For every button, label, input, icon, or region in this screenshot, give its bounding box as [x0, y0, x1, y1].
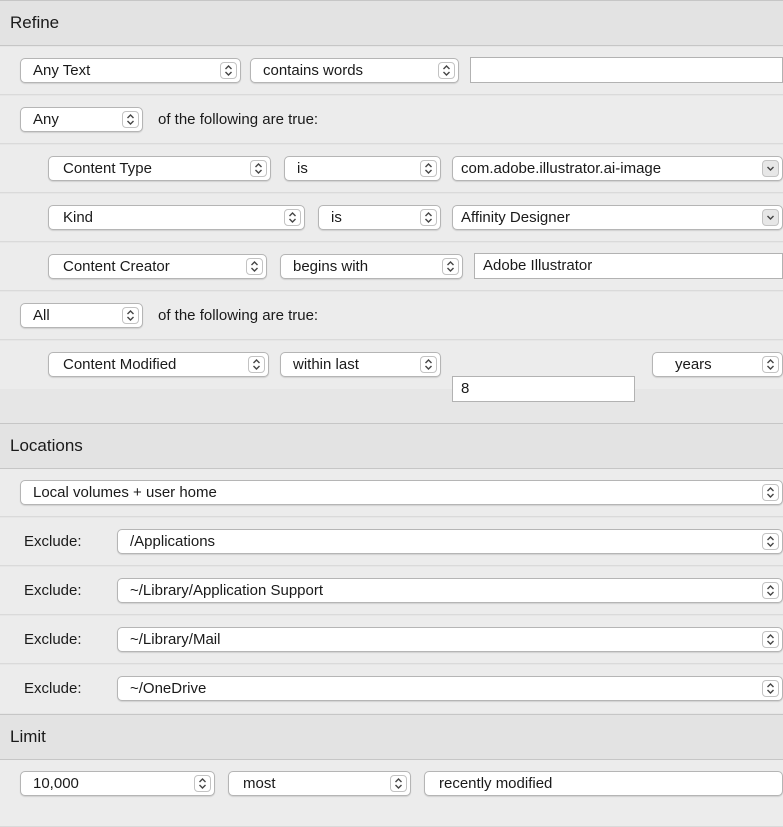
- updown-chevron-icon: [762, 582, 779, 599]
- exclude-row: Exclude: /Applications: [0, 518, 783, 566]
- popup-label: Any Text: [33, 62, 91, 79]
- kind-popup[interactable]: Kind: [48, 205, 305, 230]
- exclude-label: Exclude:: [24, 680, 82, 697]
- exclude-label: Exclude:: [24, 631, 82, 648]
- updown-chevron-icon: [246, 258, 263, 275]
- locations-scope-row: Local volumes + user home: [0, 469, 783, 517]
- updown-chevron-icon: [762, 680, 779, 697]
- exclude-path-popup[interactable]: ~/Library/Application Support: [117, 578, 783, 603]
- limit-title: Limit: [10, 727, 46, 746]
- updown-chevron-icon: [248, 356, 265, 373]
- updown-chevron-icon: [420, 209, 437, 226]
- popup-label: recently modified: [439, 775, 553, 792]
- popup-label: contains words: [263, 62, 364, 79]
- exclude-label: Exclude:: [24, 582, 82, 599]
- any-text-popup[interactable]: Any Text: [20, 58, 241, 83]
- kind-operator-popup[interactable]: is: [318, 205, 441, 230]
- exclude-path-popup[interactable]: ~/OneDrive: [117, 676, 783, 701]
- limit-order-popup[interactable]: most: [228, 771, 411, 796]
- criteria-row-creator: Content Creator begins with Adobe Illust…: [0, 243, 783, 291]
- criteria-row-modified: Content Modified within last 8 years: [0, 341, 783, 402]
- updown-chevron-icon: [420, 356, 437, 373]
- updown-chevron-icon: [220, 62, 237, 79]
- popup-label: most: [243, 775, 276, 792]
- exclude-path-popup[interactable]: /Applications: [117, 529, 783, 554]
- popup-label: Kind: [63, 209, 94, 226]
- popup-label: is: [297, 160, 308, 177]
- limit-section-header: Limit: [0, 714, 783, 760]
- chevron-down-icon[interactable]: [762, 160, 779, 177]
- text-value-input[interactable]: [470, 57, 783, 83]
- popup-label: within last: [293, 356, 359, 373]
- time-unit-popup[interactable]: years: [652, 352, 783, 377]
- popup-label: 10,000: [33, 775, 79, 792]
- operator-popup[interactable]: contains words: [250, 58, 459, 83]
- exclude-path-popup[interactable]: ~/Library/Mail: [117, 627, 783, 652]
- modified-operator-popup[interactable]: within last: [280, 352, 441, 377]
- updown-chevron-icon: [284, 209, 301, 226]
- exclude-row: Exclude: ~/Library/Mail: [0, 616, 783, 664]
- criteria-row-text: Any Text contains words: [0, 47, 783, 95]
- updown-chevron-icon: [194, 775, 211, 792]
- refine-title: Refine: [10, 13, 60, 32]
- popup-label: ~/Library/Mail: [130, 631, 221, 648]
- updown-chevron-icon: [762, 484, 779, 501]
- updown-chevron-icon: [250, 160, 267, 177]
- refine-section-header: Refine: [0, 0, 783, 46]
- criteria-group-all: All of the following are true:: [0, 292, 783, 340]
- criteria-group-any: Any of the following are true:: [0, 96, 783, 144]
- popup-label: /Applications: [130, 533, 216, 550]
- popup-label: ~/Library/Application Support: [130, 582, 324, 599]
- limit-sort-popup[interactable]: recently modified: [424, 771, 783, 796]
- chevron-down-icon[interactable]: [762, 209, 779, 226]
- quantifier-any-popup[interactable]: Any: [20, 107, 143, 132]
- exclude-row: Exclude: ~/OneDrive: [0, 665, 783, 713]
- popup-label: years: [675, 356, 712, 373]
- exclude-label: Exclude:: [24, 533, 82, 550]
- content-type-operator-popup[interactable]: is: [284, 156, 441, 181]
- popup-label: Local volumes + user home: [33, 484, 217, 501]
- content-type-value-combo[interactable]: com.adobe.illustrator.ai-image: [452, 156, 783, 181]
- updown-chevron-icon: [420, 160, 437, 177]
- criteria-row-kind: Kind is Affinity Designer: [0, 194, 783, 242]
- content-type-popup[interactable]: Content Type: [48, 156, 271, 181]
- updown-chevron-icon: [438, 62, 455, 79]
- modified-value-input[interactable]: 8: [452, 376, 635, 402]
- combo-value: Affinity Designer: [461, 209, 570, 226]
- exclude-row: Exclude: ~/Library/Application Support: [0, 567, 783, 615]
- updown-chevron-icon: [442, 258, 459, 275]
- limit-count-popup[interactable]: 10,000: [20, 771, 215, 796]
- locations-title: Locations: [10, 436, 83, 455]
- combo-value: com.adobe.illustrator.ai-image: [461, 160, 662, 177]
- updown-chevron-icon: [762, 533, 779, 550]
- group-all-label: of the following are true:: [158, 307, 319, 324]
- criteria-row-content-type: Content Type is com.adobe.illustrator.ai…: [0, 145, 783, 193]
- popup-label: ~/OneDrive: [130, 680, 207, 697]
- popup-label: Any: [33, 111, 59, 128]
- popup-label: All: [33, 307, 50, 324]
- creator-value-input[interactable]: Adobe Illustrator: [474, 253, 783, 279]
- limit-row: 10,000 most recently modified: [0, 760, 783, 827]
- creator-operator-popup[interactable]: begins with: [280, 254, 463, 279]
- locations-section-header: Locations: [0, 423, 783, 469]
- kind-value-combo[interactable]: Affinity Designer: [452, 205, 783, 230]
- popup-label: Content Creator: [63, 258, 170, 275]
- content-modified-popup[interactable]: Content Modified: [48, 352, 269, 377]
- quantifier-all-popup[interactable]: All: [20, 303, 143, 328]
- locations-scope-popup[interactable]: Local volumes + user home: [20, 480, 783, 505]
- updown-chevron-icon: [762, 631, 779, 648]
- updown-chevron-icon: [762, 356, 779, 373]
- content-creator-popup[interactable]: Content Creator: [48, 254, 267, 279]
- popup-label: begins with: [293, 258, 369, 275]
- updown-chevron-icon: [122, 111, 139, 128]
- updown-chevron-icon: [122, 307, 139, 324]
- group-any-label: of the following are true:: [158, 111, 319, 128]
- updown-chevron-icon: [390, 775, 407, 792]
- popup-label: Content Modified: [63, 356, 177, 373]
- popup-label: Content Type: [63, 160, 152, 177]
- popup-label: is: [331, 209, 342, 226]
